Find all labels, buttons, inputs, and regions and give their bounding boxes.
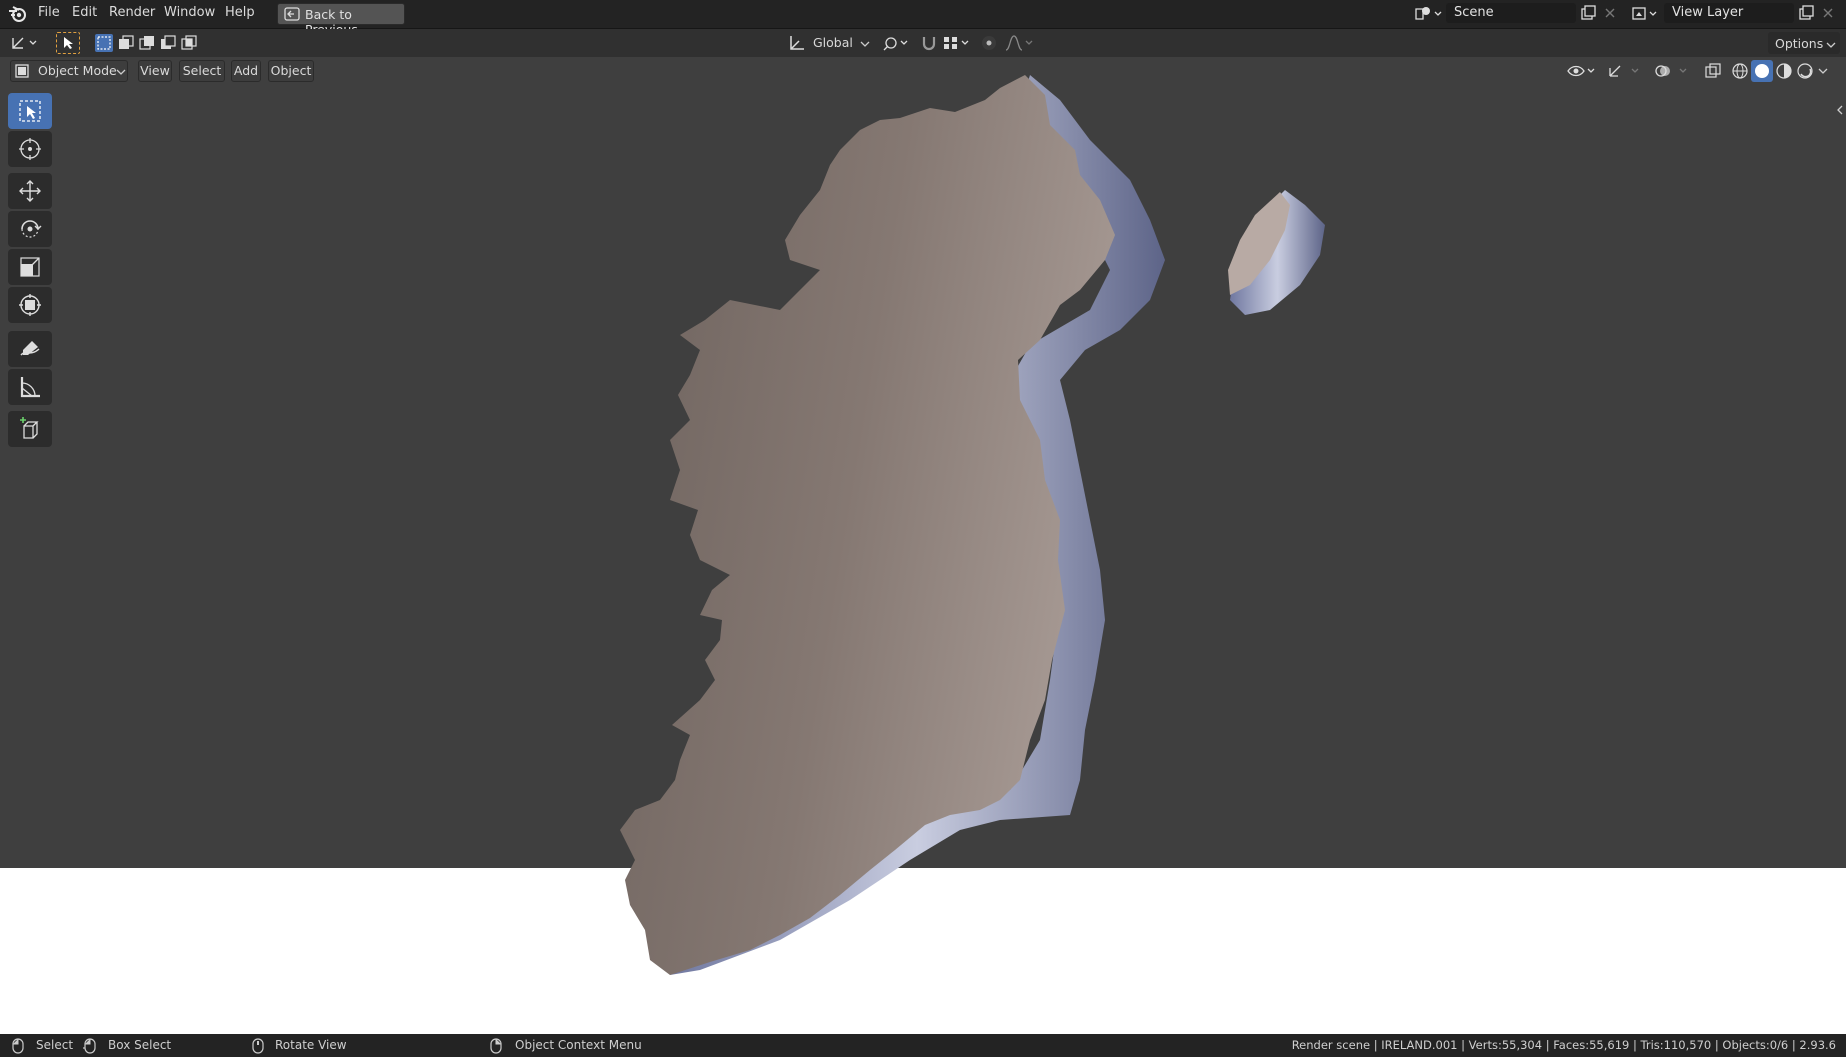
snap-toggle-icon[interactable] <box>920 34 938 52</box>
3d-viewport[interactable] <box>0 57 1846 1034</box>
xray-toggle-icon[interactable] <box>1704 62 1722 80</box>
select-box-icon <box>19 100 41 122</box>
add-cube-icon <box>20 417 39 439</box>
status-select: Select <box>36 1038 74 1052</box>
menu-window[interactable]: Window <box>164 5 215 20</box>
selection-mode-extend-icon[interactable] <box>117 34 135 52</box>
status-context-menu: Object Context Menu <box>515 1038 642 1052</box>
proportional-editing-icon[interactable] <box>980 34 998 52</box>
rendered-shading-icon[interactable] <box>1796 62 1814 80</box>
overlays-icon[interactable] <box>1654 62 1690 80</box>
back-to-previous-button[interactable]: Back to Previous <box>277 3 405 37</box>
status-bar: Select Box Select Rotate View Object Con… <box>0 1034 1846 1057</box>
scale-icon <box>20 257 40 277</box>
scene-selector-icon[interactable] <box>1413 5 1443 23</box>
sidebar-toggle-icon[interactable] <box>1836 104 1844 116</box>
selection-mode-new-icon[interactable] <box>95 34 113 52</box>
rotate-tool[interactable] <box>8 211 52 247</box>
select-menu[interactable]: Select <box>179 60 225 82</box>
add-cube-tool[interactable] <box>8 411 52 447</box>
close-scene-icon[interactable] <box>1604 7 1616 19</box>
menu-edit[interactable]: Edit <box>72 5 97 20</box>
wireframe-shading-icon[interactable] <box>1731 62 1749 80</box>
snap-target-icon[interactable] <box>942 34 972 52</box>
status-box-select: Box Select <box>108 1038 172 1052</box>
transform-icon <box>19 294 41 316</box>
move-arrows-icon <box>19 180 41 202</box>
scale-tool[interactable] <box>8 249 52 285</box>
scene-name: Scene <box>1454 5 1494 20</box>
object-mode-icon <box>15 64 29 78</box>
rotate-icon <box>21 220 42 238</box>
menu-help[interactable]: Help <box>225 5 255 20</box>
select-box-tool[interactable] <box>8 93 52 129</box>
add-menu[interactable]: Add <box>231 60 261 82</box>
pivot-point-icon[interactable] <box>882 34 912 52</box>
visibility-icon[interactable] <box>1566 62 1598 80</box>
options-dropdown[interactable]: Options <box>1768 32 1840 54</box>
chevron-down-icon <box>860 41 870 47</box>
blender-logo-icon[interactable] <box>8 5 28 23</box>
object-mode-dropdown[interactable]: Object Mode <box>10 60 128 82</box>
view-layer-icon[interactable] <box>1631 5 1661 23</box>
object-menu[interactable]: Object <box>268 60 314 82</box>
top-bar: File Edit Render Window Help Back to Pre… <box>0 0 1846 37</box>
chevron-down-icon <box>116 69 126 75</box>
annotate-tool[interactable] <box>8 331 52 367</box>
view-menu[interactable]: View <box>138 60 172 82</box>
close-view-layer-icon[interactable] <box>1822 7 1834 19</box>
mouse-left-icon <box>12 1038 24 1054</box>
viewport-header: Object Mode View Select Add Object <box>0 57 1846 84</box>
selection-mode-invert-icon[interactable] <box>159 34 177 52</box>
cursor-tool[interactable] <box>8 131 52 167</box>
selection-mode-subtract-icon[interactable] <box>138 34 156 52</box>
solid-shading-button[interactable] <box>1751 60 1773 82</box>
transform-orientation-icon <box>790 36 804 50</box>
editor-type-icon[interactable] <box>10 35 42 51</box>
scene-statistics: Render scene | IRELAND.001 | Verts:55,30… <box>1291 1038 1836 1052</box>
mouse-drag-icon <box>83 1038 96 1054</box>
scene-field[interactable]: Scene <box>1446 3 1576 23</box>
view-layer-field[interactable]: View Layer <box>1664 3 1794 23</box>
object-mode-label: Object Mode <box>38 63 117 78</box>
menu-file[interactable]: File <box>38 5 60 20</box>
chevron-down-icon <box>1826 42 1836 48</box>
tool-header: Global Options <box>0 29 1846 57</box>
view-layer-name: View Layer <box>1672 5 1744 20</box>
transform-orientation-dropdown[interactable]: Global <box>813 35 853 50</box>
cursor-crosshair-icon <box>19 138 41 160</box>
shading-options-icon[interactable] <box>1818 67 1828 75</box>
falloff-curve-icon[interactable] <box>1004 34 1036 52</box>
mouse-right-icon <box>490 1038 502 1054</box>
gizmo-toggle-icon[interactable] <box>1606 62 1642 80</box>
selection-mode-intersect-icon[interactable] <box>180 34 198 52</box>
menu-render[interactable]: Render <box>109 5 155 20</box>
back-icon <box>284 7 300 21</box>
new-scene-icon[interactable] <box>1580 5 1596 21</box>
cursor-arrow-icon <box>64 37 73 49</box>
options-label: Options <box>1775 36 1824 51</box>
status-rotate-view: Rotate View <box>275 1038 347 1052</box>
solid-shading-icon <box>1755 64 1769 78</box>
annotate-pencil-icon <box>20 341 40 356</box>
select-tool-indicator[interactable] <box>56 32 80 54</box>
mouse-middle-icon <box>252 1038 264 1054</box>
transform-tool[interactable] <box>8 287 52 323</box>
move-tool[interactable] <box>8 173 52 209</box>
ireland-model[interactable] <box>0 57 1846 1034</box>
measure-tool[interactable] <box>8 369 52 405</box>
material-preview-icon[interactable] <box>1775 62 1793 80</box>
measure-ruler-icon <box>20 377 40 398</box>
new-view-layer-icon[interactable] <box>1798 5 1814 21</box>
